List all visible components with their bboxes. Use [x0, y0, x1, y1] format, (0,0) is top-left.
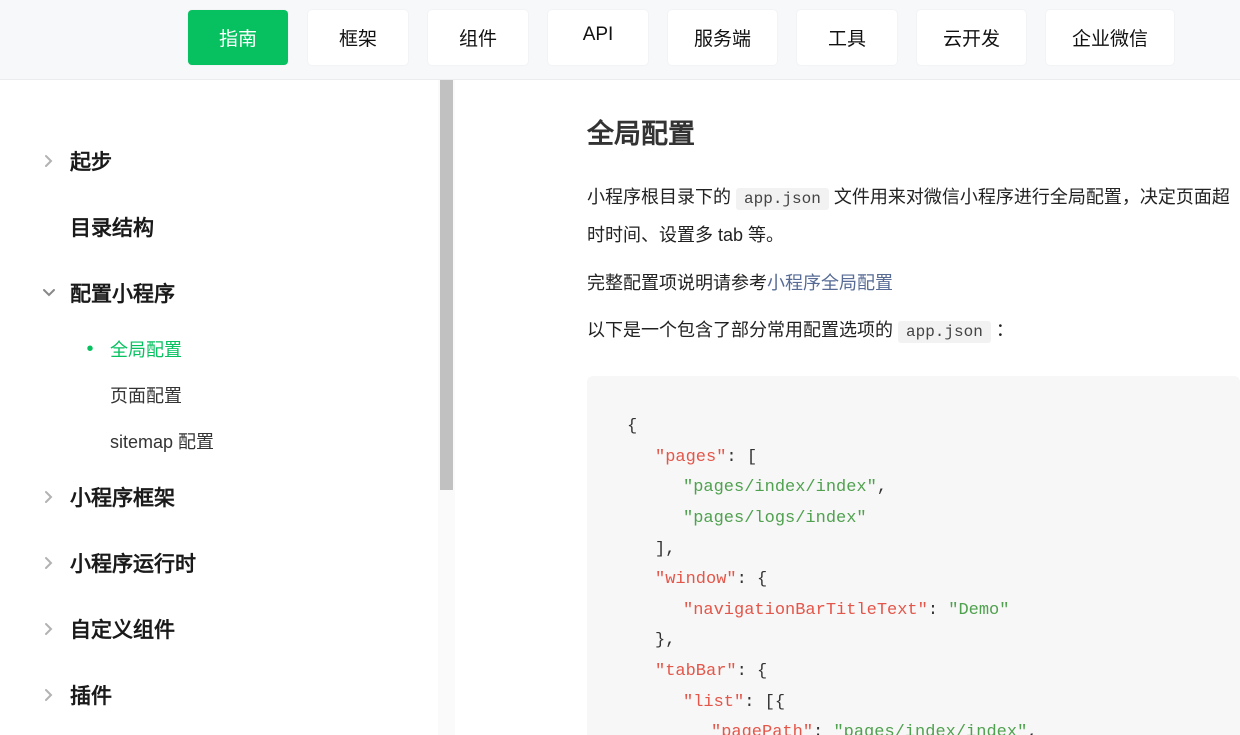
sidebar-item-label: 插件	[70, 680, 438, 710]
scrollbar-thumb[interactable]	[440, 80, 453, 490]
code-line: "pages/logs/index"	[627, 504, 1200, 535]
top-nav: 指南框架组件 API 服务端工具云开发企业微信	[0, 0, 1240, 80]
sidebar-subitem-label: 页面配置	[110, 382, 182, 408]
chevron-right-icon	[28, 490, 70, 504]
chevron-right-icon	[28, 556, 70, 570]
text: 以下是一个包含了部分常用配置选项的	[587, 320, 898, 340]
scrollbar[interactable]	[438, 80, 455, 735]
nav-tab-3[interactable]: API	[548, 10, 648, 65]
sidebar-subitem-label: 全局配置	[110, 336, 182, 362]
config-reference-link[interactable]: 小程序全局配置	[767, 273, 893, 293]
nav-tab-7[interactable]: 企业微信	[1046, 10, 1174, 65]
code-line: "pagePath": "pages/index/index",	[627, 718, 1200, 735]
sidebar-item-label: 小程序运行时	[70, 548, 438, 578]
nav-tab-0[interactable]: 指南	[188, 10, 288, 65]
chevron-down-icon	[28, 288, 70, 298]
sidebar: 起步目录结构配置小程序•全局配置•页面配置•sitemap 配置小程序框架小程序…	[0, 80, 438, 735]
code-line: {	[627, 412, 1200, 443]
sidebar-item-label: 自定义组件	[70, 614, 438, 644]
chevron-right-icon	[28, 154, 70, 168]
text: 完整配置项说明请参考	[587, 273, 767, 293]
intro-paragraph: 小程序根目录下的 app.json 文件用来对微信小程序进行全局配置，决定页面超…	[587, 179, 1240, 255]
page-title: 全局配置	[587, 112, 1240, 151]
sidebar-item-6[interactable]: 插件	[28, 662, 438, 728]
chevron-right-icon	[28, 688, 70, 702]
sidebar-subitem-1[interactable]: •页面配置	[70, 372, 438, 418]
code-line: "pages/index/index",	[627, 473, 1200, 504]
bullet-icon: •	[70, 338, 110, 361]
chevron-right-icon	[28, 622, 70, 636]
code-line: },	[627, 626, 1200, 657]
code-line: ],	[627, 535, 1200, 566]
main-content: 全局配置 小程序根目录下的 app.json 文件用来对微信小程序进行全局配置，…	[455, 80, 1240, 735]
nav-tab-4[interactable]: 服务端	[668, 10, 777, 65]
code-line: "window": {	[627, 565, 1200, 596]
sidebar-item-2[interactable]: 配置小程序	[28, 260, 438, 326]
example-intro-paragraph: 以下是一个包含了部分常用配置选项的 app.json ：	[587, 312, 1240, 350]
sidebar-item-3[interactable]: 小程序框架	[28, 464, 438, 530]
sidebar-item-4[interactable]: 小程序运行时	[28, 530, 438, 596]
code-line: "list": [{	[627, 688, 1200, 719]
nav-tab-5[interactable]: 工具	[797, 10, 897, 65]
text: ：	[991, 320, 1014, 340]
bullet-icon: •	[70, 384, 110, 407]
code-block: {"pages": ["pages/index/index","pages/lo…	[587, 376, 1240, 735]
sidebar-item-label: 起步	[70, 146, 438, 176]
sidebar-item-label: 小程序框架	[70, 482, 438, 512]
text: 小程序根目录下的	[587, 187, 736, 207]
sidebar-item-label: 配置小程序	[70, 278, 438, 308]
sidebar-subitem-2[interactable]: •sitemap 配置	[70, 418, 438, 464]
nav-tab-6[interactable]: 云开发	[917, 10, 1026, 65]
sidebar-subitem-label: sitemap 配置	[110, 428, 214, 454]
code-line: "tabBar": {	[627, 657, 1200, 688]
nav-tab-2[interactable]: 组件	[428, 10, 528, 65]
sidebar-subitem-0[interactable]: •全局配置	[70, 326, 438, 372]
code-line: "pages": [	[627, 443, 1200, 474]
reference-paragraph: 完整配置项说明请参考小程序全局配置	[587, 265, 1240, 303]
sidebar-item-5[interactable]: 自定义组件	[28, 596, 438, 662]
bullet-icon: •	[70, 430, 110, 453]
submenu: •全局配置•页面配置•sitemap 配置	[28, 326, 438, 464]
sidebar-item-0[interactable]: 起步	[28, 128, 438, 194]
nav-tab-1[interactable]: 框架	[308, 10, 408, 65]
inline-code: app.json	[898, 321, 991, 343]
inline-code: app.json	[736, 188, 829, 210]
sidebar-item-1[interactable]: 目录结构	[28, 194, 438, 260]
sidebar-item-label: 目录结构	[70, 212, 438, 242]
code-line: "navigationBarTitleText": "Demo"	[627, 596, 1200, 627]
